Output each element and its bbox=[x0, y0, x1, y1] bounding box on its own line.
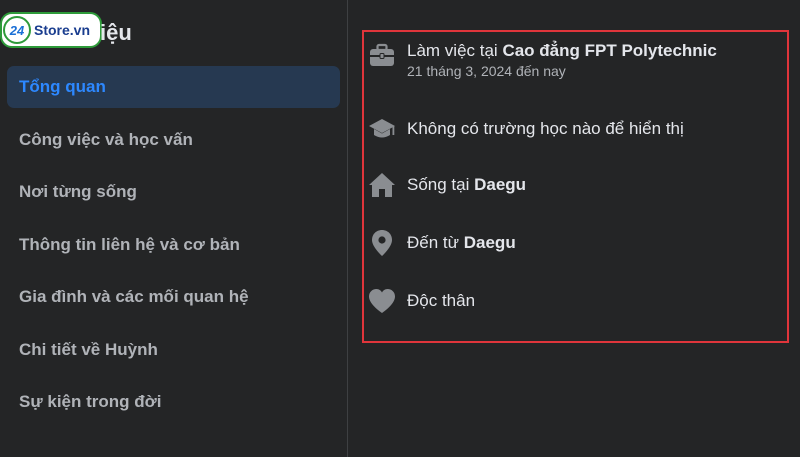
from-place-link[interactable]: Daegu bbox=[464, 233, 516, 252]
graduation-cap-icon bbox=[367, 114, 397, 144]
lives-prefix: Sống tại bbox=[407, 175, 475, 194]
sidebar-item-life-events[interactable]: Sự kiện trong đời bbox=[7, 381, 340, 423]
location-pin-icon bbox=[367, 228, 397, 258]
store-logo: 24 Store.vn bbox=[0, 12, 102, 48]
briefcase-icon bbox=[367, 40, 397, 70]
overview-school-row: Không có trường học nào để hiển thị bbox=[367, 114, 684, 144]
school-text: Không có trường học nào để hiển thị bbox=[407, 119, 684, 138]
sidebar: 24 Store.vn iệu Tổng quan Công việc và h… bbox=[0, 0, 348, 457]
sidebar-item-places-lived[interactable]: Nơi từng sống bbox=[7, 171, 340, 213]
logo-text: Store.vn bbox=[34, 22, 91, 38]
relationship-text: Độc thân bbox=[407, 291, 476, 310]
lives-text: Sống tại Daegu bbox=[407, 174, 526, 196]
overview-relationship-row: Độc thân bbox=[367, 286, 475, 316]
sidebar-item-family-relationships[interactable]: Gia đình và các mối quan hệ bbox=[7, 276, 340, 318]
sidebar-item-details[interactable]: Chi tiết về Huỳnh bbox=[7, 329, 340, 371]
overview-work-row: Làm việc tại Cao đẳng FPT Polytechnic 21… bbox=[367, 40, 717, 80]
work-prefix: Làm việc tại bbox=[407, 41, 503, 60]
section-title: iệu bbox=[100, 20, 132, 45]
about-nav: Tổng quan Công việc và học vấn Nơi từng … bbox=[7, 66, 340, 434]
sidebar-item-work-education[interactable]: Công việc và học vấn bbox=[7, 119, 340, 161]
sidebar-item-contact-basic-info[interactable]: Thông tin liên hệ và cơ bản bbox=[7, 224, 340, 266]
overview-lives-row: Sống tại Daegu bbox=[367, 170, 526, 200]
work-text: Làm việc tại Cao đẳng FPT Polytechnic bbox=[407, 40, 717, 62]
sidebar-item-overview[interactable]: Tổng quan bbox=[7, 66, 340, 108]
lives-place-link[interactable]: Daegu bbox=[474, 175, 526, 194]
heart-icon bbox=[367, 286, 397, 316]
work-place-link[interactable]: Cao đẳng FPT Polytechnic bbox=[502, 41, 716, 60]
work-date: 21 tháng 3, 2024 đến nay bbox=[407, 63, 566, 79]
logo-badge: 24 bbox=[3, 16, 31, 44]
overview-from-row: Đến từ Daegu bbox=[367, 228, 516, 258]
home-icon bbox=[367, 170, 397, 200]
from-prefix: Đến từ bbox=[407, 233, 464, 252]
from-text: Đến từ Daegu bbox=[407, 232, 516, 254]
overview-panel: Làm việc tại Cao đẳng FPT Polytechnic 21… bbox=[362, 0, 800, 457]
